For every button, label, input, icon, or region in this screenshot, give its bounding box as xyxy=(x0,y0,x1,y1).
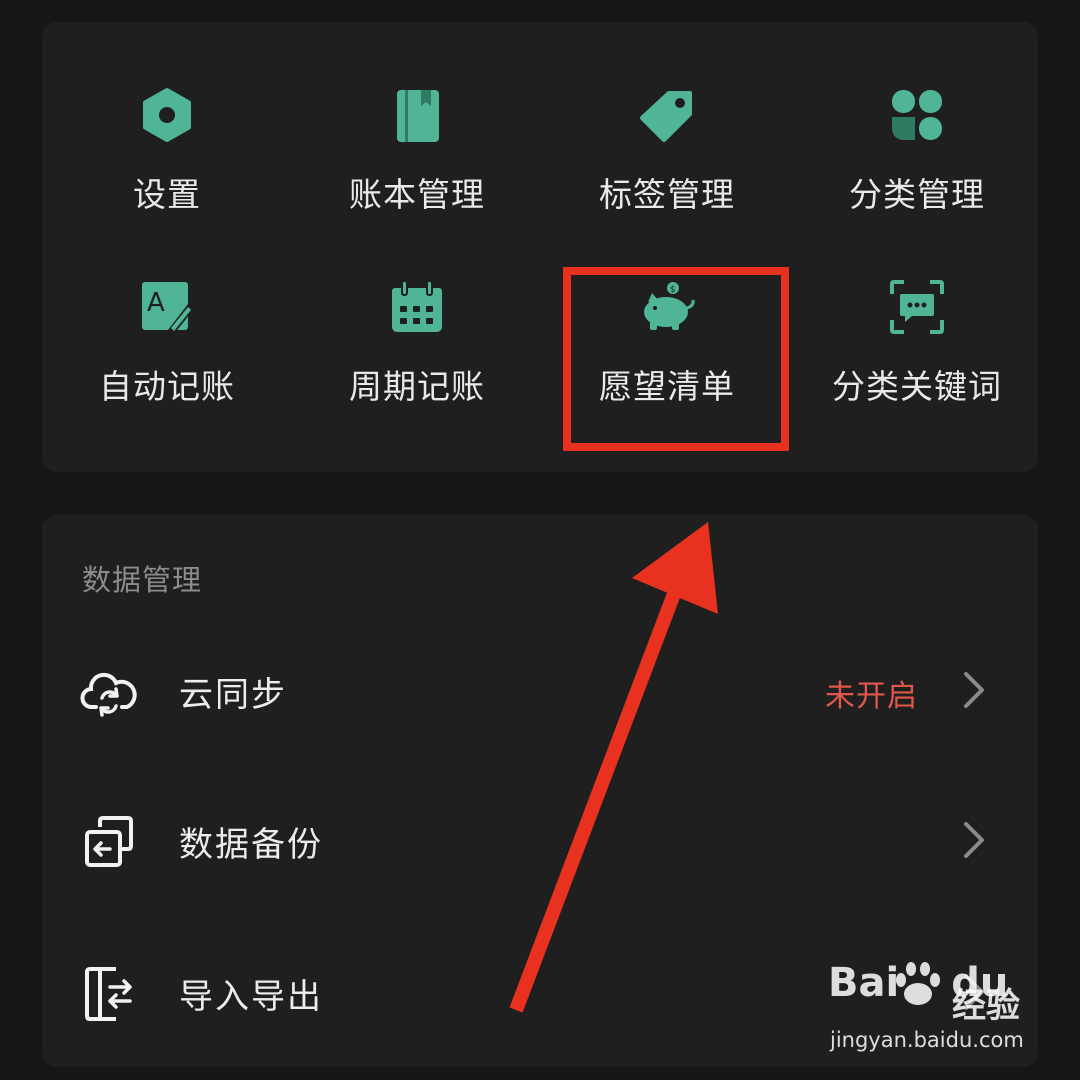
row-label: 导入导出 xyxy=(179,977,323,1017)
tile-label: 账本管理 xyxy=(349,175,485,214)
tile-category-keywords[interactable]: 分类关键词 xyxy=(792,214,1042,406)
section-title: 数据管理 xyxy=(82,563,203,597)
row-label: 云同步 xyxy=(179,675,287,715)
tile-settings[interactable]: 设置 xyxy=(42,22,292,214)
cloud-sync-icon xyxy=(80,672,137,717)
svg-text:A: A xyxy=(147,288,165,318)
backup-icon xyxy=(85,816,133,867)
chevron-right-icon xyxy=(964,672,984,708)
row-cloud-sync[interactable]: 云同步 未开启 xyxy=(42,631,1038,751)
tile-category-management[interactable]: 分类管理 xyxy=(792,22,1042,214)
status-text: 未开启 xyxy=(825,679,918,714)
page: 设置 账本管理 标签管理 分类管理 A 自动记账 周期记账 $ 愿望清单 分类关… xyxy=(0,0,1080,1080)
tile-tag-management[interactable]: 标签管理 xyxy=(542,22,792,214)
annotation-highlight-box xyxy=(563,267,789,451)
watermark-url: jingyan.baidu.com xyxy=(830,1028,1024,1052)
row-label: 数据备份 xyxy=(179,825,323,865)
settings-hex-icon xyxy=(143,88,191,142)
tile-label: 标签管理 xyxy=(599,175,735,214)
tile-auto-bookkeeping[interactable]: A 自动记账 xyxy=(42,214,292,406)
tile-periodic-bookkeeping[interactable]: 周期记账 xyxy=(292,214,542,406)
tile-label: 自动记账 xyxy=(99,367,235,406)
tile-ledger-management[interactable]: 账本管理 xyxy=(292,22,542,214)
calendar-icon xyxy=(392,280,442,332)
import-export-icon xyxy=(85,967,132,1021)
tile-label: 分类管理 xyxy=(849,175,985,214)
tile-label: 设置 xyxy=(133,175,201,214)
keyword-chat-icon xyxy=(890,280,944,334)
auto-edit-icon: A xyxy=(142,282,194,336)
chevron-right-icon xyxy=(964,822,984,858)
category-grid-icon xyxy=(892,90,942,140)
paw-icon xyxy=(896,962,940,1005)
baidu-jingyan-watermark: Bai du 经验 jingyan.baidu.com xyxy=(828,960,1058,1060)
tile-label: 周期记账 xyxy=(349,367,485,406)
watermark-brand: 经验 xyxy=(952,986,1020,1026)
tools-card: 设置 账本管理 标签管理 分类管理 A 自动记账 周期记账 $ 愿望清单 分类关… xyxy=(42,22,1038,472)
row-data-backup[interactable]: 数据备份 xyxy=(42,781,1038,901)
tag-icon xyxy=(640,91,692,142)
ledger-book-icon xyxy=(397,90,439,142)
tile-label: 分类关键词 xyxy=(832,367,1002,406)
